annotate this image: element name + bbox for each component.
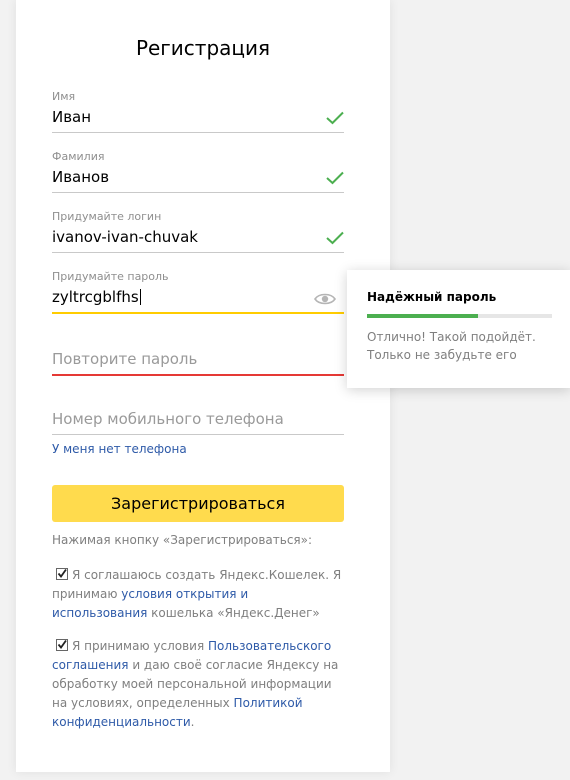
first-name-underline <box>52 132 344 133</box>
last-name-label: Фамилия <box>52 150 105 163</box>
wallet-agreement-checkbox[interactable] <box>56 568 68 580</box>
wallet-agreement-text-after: кошелька «Яндекс.Денег» <box>147 606 320 620</box>
user-agreement: Я принимаю условия Пользовательского сог… <box>52 637 344 732</box>
repeat-password-field[interactable]: Повторите пароль <box>52 350 344 378</box>
password-field[interactable]: Придумайте пароль zyltrcgblfhs <box>52 270 344 316</box>
phone-input[interactable]: Номер мобильного телефона <box>52 410 284 428</box>
checkbox-checked-icon <box>57 639 67 649</box>
password-underline <box>52 312 344 314</box>
no-phone-link[interactable]: У меня нет телефона <box>52 442 187 456</box>
last-name-underline <box>52 192 344 193</box>
password-input[interactable]: zyltrcgblfhs <box>52 288 141 306</box>
text-caret <box>139 289 141 305</box>
user-agreement-checkbox[interactable] <box>56 639 68 651</box>
register-button[interactable]: Зарегистрироваться <box>52 485 344 522</box>
phone-underline <box>52 434 344 435</box>
user-agreement-text-before: Я принимаю условия <box>72 639 208 653</box>
password-strength-fill <box>367 314 478 318</box>
last-name-input[interactable]: Иванов <box>52 168 109 186</box>
submit-note: Нажимая кнопку «Зарегистрироваться»: <box>52 533 313 547</box>
login-field[interactable]: Придумайте логин ivanov-ivan-chuvak <box>52 210 344 254</box>
password-strength-popup: Надёжный пароль Отлично! Такой подойдёт.… <box>347 270 570 388</box>
login-input[interactable]: ivanov-ivan-chuvak <box>52 228 198 246</box>
page-title: Регистрация <box>135 36 271 60</box>
checkbox-checked-icon <box>57 568 67 578</box>
first-name-field[interactable]: Имя Иван <box>52 90 344 134</box>
password-strength-message-line1: Отлично! Такой подойдёт. <box>367 330 536 344</box>
last-name-field[interactable]: Фамилия Иванов <box>52 150 344 194</box>
checkmark-icon <box>326 231 344 245</box>
login-label: Придумайте логин <box>52 210 162 223</box>
phone-field[interactable]: Номер мобильного телефона <box>52 410 344 436</box>
repeat-password-underline <box>52 374 344 376</box>
first-name-input[interactable]: Иван <box>52 108 91 126</box>
password-strength-message-line2: Только не забудьте его <box>367 348 517 362</box>
eye-icon[interactable] <box>314 292 336 306</box>
login-underline <box>52 252 344 253</box>
password-strength-message: Отлично! Такой подойдёт. Только не забуд… <box>367 328 557 364</box>
checkmark-icon <box>326 171 344 185</box>
first-name-label: Имя <box>52 90 76 103</box>
password-value: zyltrcgblfhs <box>52 288 139 306</box>
repeat-password-input[interactable]: Повторите пароль <box>52 350 197 368</box>
password-label: Придумайте пароль <box>52 270 169 283</box>
checkmark-icon <box>326 111 344 125</box>
password-strength-title: Надёжный пароль <box>367 290 497 304</box>
user-agreement-text-after: . <box>190 715 195 729</box>
wallet-agreement: Я соглашаюсь создать Яндекс.Кошелек. Я п… <box>52 566 344 623</box>
password-strength-bar <box>367 314 552 318</box>
